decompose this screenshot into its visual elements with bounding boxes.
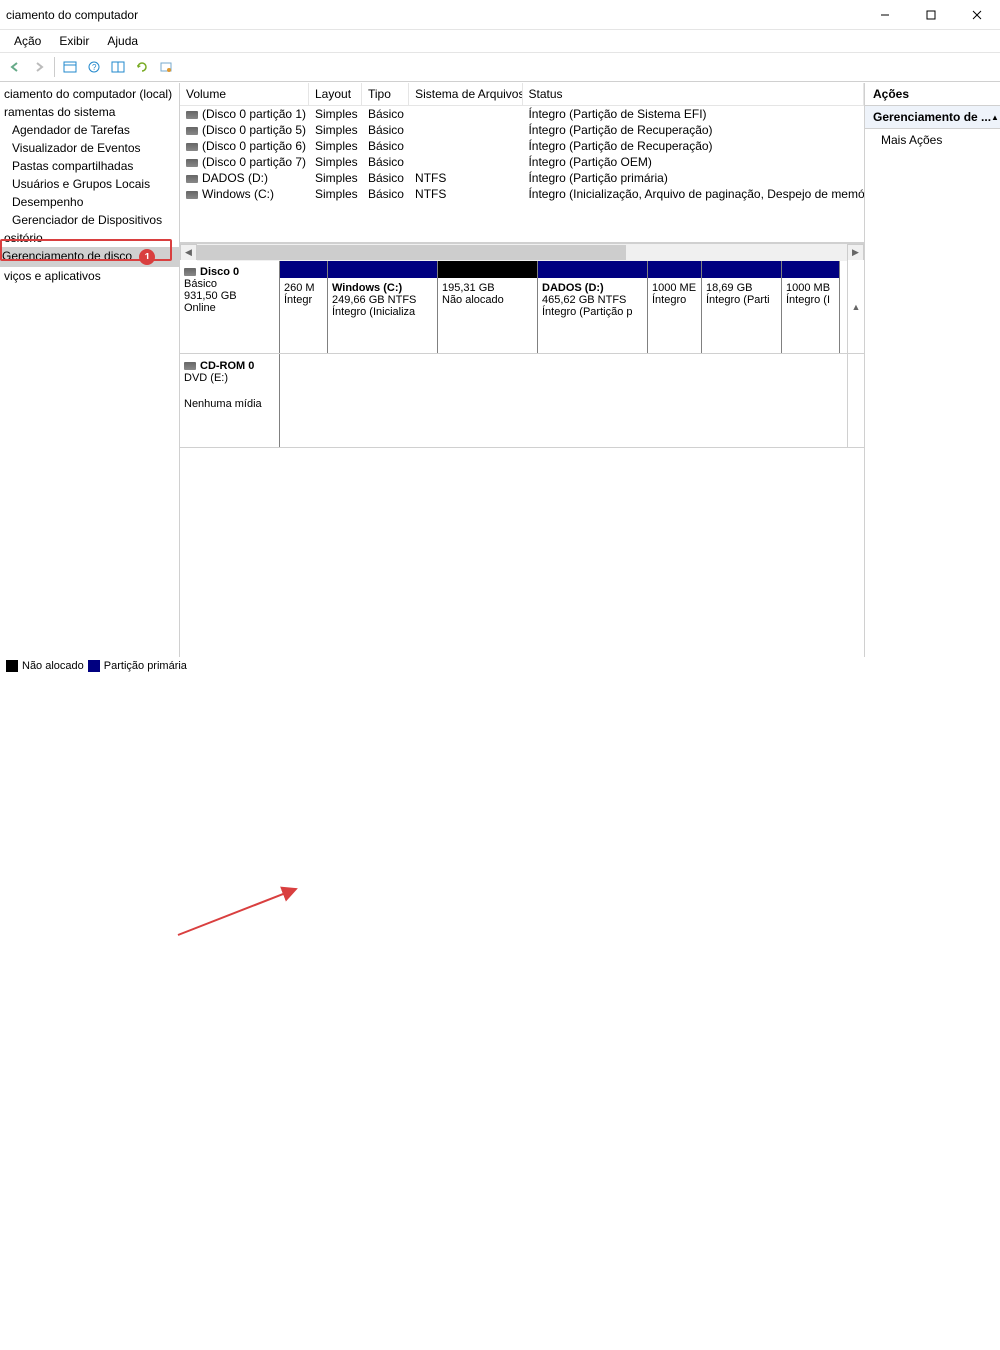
tree-storage[interactable]: ositório [0, 229, 179, 247]
col-volume[interactable]: Volume [180, 83, 309, 105]
window-title: ciamento do computador [6, 8, 138, 22]
partition[interactable]: 1000 MEÍntegro [648, 260, 702, 353]
help-button[interactable]: ? [83, 56, 105, 78]
disk-icon [186, 175, 198, 183]
toolbar: ? [0, 52, 1000, 82]
tree-root[interactable]: ciamento do computador (local) [0, 85, 179, 103]
vscroll-indicator[interactable]: ▲ [847, 260, 864, 353]
disk-partitions [280, 354, 847, 447]
hscroll-volumes[interactable]: ◀ ▶ [180, 243, 864, 260]
collapse-icon: ▲ [991, 113, 999, 122]
disk-icon [184, 362, 196, 370]
disks-area: Disco 0Básico931,50 GBOnline260 MÍntegrW… [180, 260, 864, 657]
main-area: ciamento do computador (local) ramentas … [0, 82, 1000, 657]
scroll-track[interactable] [197, 244, 847, 261]
table-row[interactable]: (Disco 0 partição 1)SimplesBásicoÍntegro… [180, 106, 864, 122]
annotation-badge-1: 1 [139, 249, 155, 265]
partition-bar [702, 260, 781, 278]
tree-panel: ciamento do computador (local) ramentas … [0, 83, 180, 657]
tree-device-manager[interactable]: Gerenciador de Dispositivos [0, 211, 179, 229]
tree-event-viewer[interactable]: Visualizador de Eventos [0, 139, 179, 157]
disk-row: CD-ROM 0DVD (E:)Nenhuma mídia [180, 354, 864, 448]
partition-bar [328, 260, 437, 278]
actions-context-label: Gerenciamento de ... [873, 110, 991, 124]
vscroll-indicator[interactable] [847, 354, 864, 447]
legend-swatch-primary [88, 660, 100, 672]
partition[interactable]: Windows (C:)249,66 GB NTFSÍntegro (Inici… [328, 260, 438, 353]
forward-button[interactable] [28, 56, 50, 78]
center-panel: Volume Layout Tipo Sistema de Arquivos S… [180, 83, 865, 657]
minimize-button[interactable] [862, 0, 908, 30]
actions-panel: Ações Gerenciamento de ... ▲ Mais Ações [865, 83, 1000, 657]
volume-list: Volume Layout Tipo Sistema de Arquivos S… [180, 83, 864, 243]
partition-bar [648, 260, 701, 278]
disk-icon [186, 127, 198, 135]
settings-button[interactable] [155, 56, 177, 78]
partition-bar [538, 260, 647, 278]
partition[interactable]: 18,69 GBÍntegro (Parti [702, 260, 782, 353]
table-row[interactable]: (Disco 0 partição 5)SimplesBásicoÍntegro… [180, 122, 864, 138]
partition[interactable]: DADOS (D:)465,62 GB NTFSÍntegro (Partiçã… [538, 260, 648, 353]
maximize-button[interactable] [908, 0, 954, 30]
partition-bar [438, 260, 537, 278]
disk-info[interactable]: CD-ROM 0DVD (E:)Nenhuma mídia [180, 354, 280, 447]
disk-icon [186, 191, 198, 199]
menubar: Ação Exibir Ajuda [0, 30, 1000, 52]
view-button[interactable] [59, 56, 81, 78]
col-status[interactable]: Status [523, 83, 865, 105]
actions-context[interactable]: Gerenciamento de ... ▲ [865, 106, 1000, 129]
window-controls [862, 0, 1000, 30]
tree-disk-management[interactable]: Gerenciamento de disco 1 [0, 247, 179, 267]
disk-partitions: 260 MÍntegrWindows (C:)249,66 GB NTFSÍnt… [280, 260, 847, 353]
disk-icon [186, 159, 198, 167]
legend-unallocated: Não alocado [22, 660, 84, 672]
tree-scheduler[interactable]: Agendador de Tarefas [0, 121, 179, 139]
legend-swatch-unallocated [6, 660, 18, 672]
col-layout[interactable]: Layout [309, 83, 362, 105]
partition-bar [782, 260, 839, 278]
titlebar: ciamento do computador [0, 0, 1000, 30]
back-button[interactable] [4, 56, 26, 78]
disk-row: Disco 0Básico931,50 GBOnline260 MÍntegrW… [180, 260, 864, 354]
menu-ajuda[interactable]: Ajuda [99, 32, 146, 50]
actions-title: Ações [865, 83, 1000, 106]
legend: Não alocado Partição primária [0, 657, 1000, 675]
table-row[interactable]: DADOS (D:)SimplesBásicoNTFSÍntegro (Part… [180, 170, 864, 186]
tree-users-groups[interactable]: Usuários e Grupos Locais [0, 175, 179, 193]
partition[interactable]: 1000 MBÍntegro (I [782, 260, 840, 353]
tree-services[interactable]: viços e aplicativos [0, 267, 179, 285]
tree-shared-folders[interactable]: Pastas compartilhadas [0, 157, 179, 175]
partition[interactable]: 195,31 GBNão alocado [438, 260, 538, 353]
scroll-right-button[interactable]: ▶ [847, 244, 864, 261]
table-header: Volume Layout Tipo Sistema de Arquivos S… [180, 83, 864, 106]
disk-icon [186, 111, 198, 119]
annotation-arrow [0, 675, 1000, 1350]
table-row[interactable]: (Disco 0 partição 6)SimplesBásicoÍntegro… [180, 138, 864, 154]
partition-bar [280, 260, 327, 278]
grid-button[interactable] [107, 56, 129, 78]
scroll-left-button[interactable]: ◀ [180, 244, 197, 261]
table-row[interactable]: Windows (C:)SimplesBásicoNTFSÍntegro (In… [180, 186, 864, 202]
disk-icon [186, 143, 198, 151]
actions-more[interactable]: Mais Ações [865, 129, 1000, 151]
refresh-button[interactable] [131, 56, 153, 78]
col-tipo[interactable]: Tipo [362, 83, 409, 105]
tree-disk-management-label: Gerenciamento de disco [2, 249, 132, 263]
close-button[interactable] [954, 0, 1000, 30]
table-body: (Disco 0 partição 1)SimplesBásicoÍntegro… [180, 106, 864, 202]
partition[interactable]: 260 MÍntegr [280, 260, 328, 353]
toolbar-separator [54, 57, 55, 77]
tree-system-tools[interactable]: ramentas do sistema [0, 103, 179, 121]
legend-primary: Partição primária [104, 660, 187, 672]
menu-exibir[interactable]: Exibir [51, 32, 97, 50]
menu-acao[interactable]: Ação [6, 32, 49, 50]
scroll-thumb[interactable] [197, 245, 626, 260]
tree-performance[interactable]: Desempenho [0, 193, 179, 211]
disk-info[interactable]: Disco 0Básico931,50 GBOnline [180, 260, 280, 353]
svg-text:?: ? [92, 63, 97, 72]
table-row[interactable]: (Disco 0 partição 7)SimplesBásicoÍntegro… [180, 154, 864, 170]
col-fs[interactable]: Sistema de Arquivos [409, 83, 522, 105]
disk-icon [184, 268, 196, 276]
